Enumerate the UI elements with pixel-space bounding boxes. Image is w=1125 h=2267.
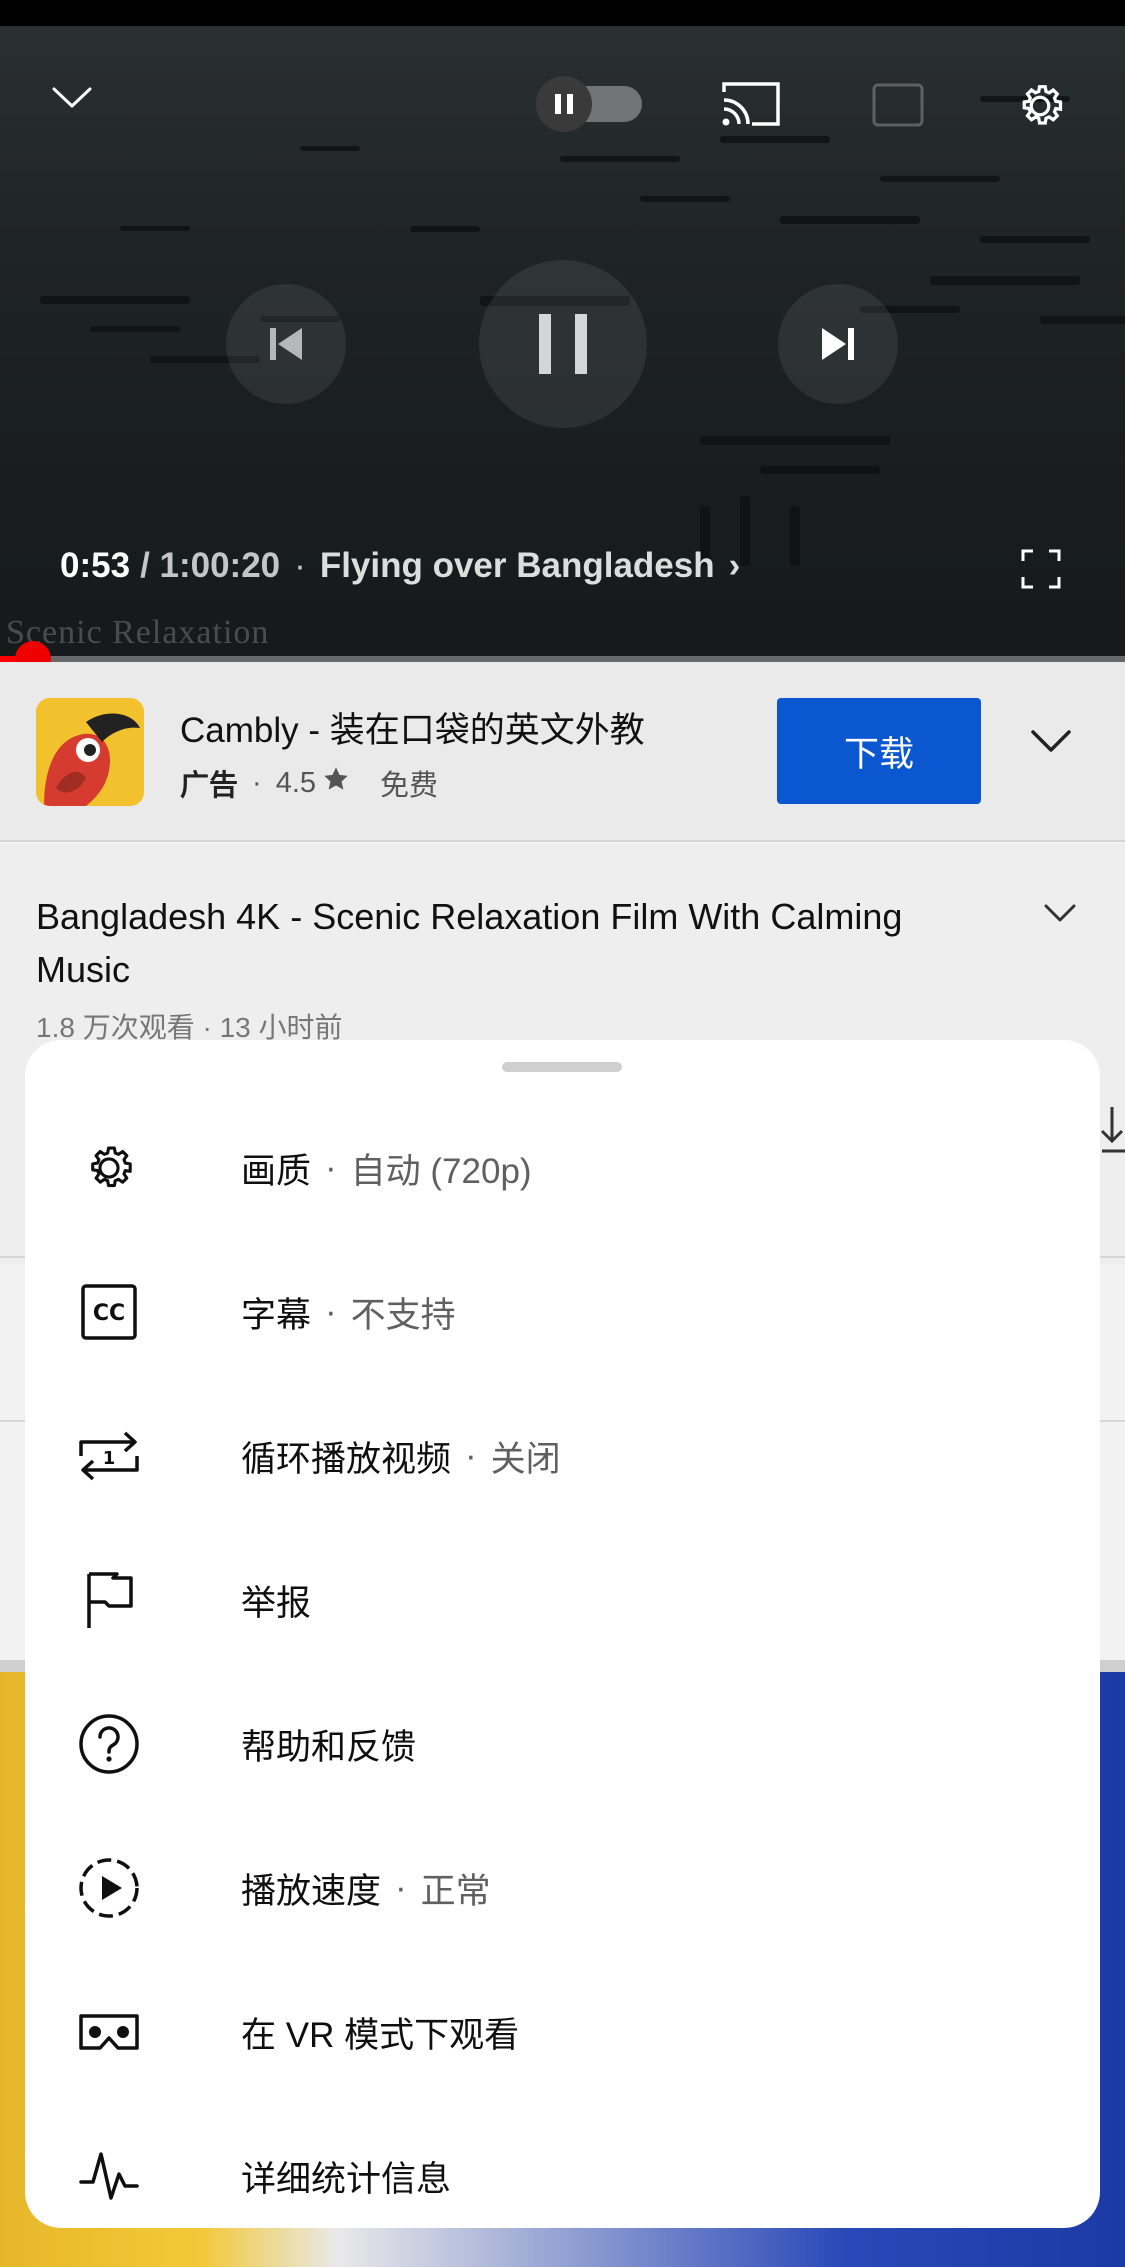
video-player[interactable]: 0:53 / 1:00:20 · Flying over Bangladesh …	[0, 26, 1125, 662]
skip-previous-icon	[270, 328, 302, 360]
skip-next-icon	[822, 328, 854, 360]
menu-text: 详细统计信息	[241, 2151, 451, 2202]
sheet-drag-handle[interactable]	[502, 1062, 622, 1072]
ad-expand-chevron-icon[interactable]	[1030, 728, 1072, 759]
flag-icon	[77, 1568, 141, 1632]
download-icon[interactable]	[1100, 1105, 1125, 1166]
gear-icon	[77, 1136, 141, 1200]
menu-value: 不支持	[350, 1295, 456, 1335]
ad-banner[interactable]: Cambly - 装在口袋的英文外教 广告 · 4.5 免费 下载	[0, 662, 1125, 842]
autoplay-toggle[interactable]	[532, 74, 646, 134]
menu-separator: ·	[395, 1868, 407, 1907]
menu-text: 循环播放视频 · 关闭	[241, 1431, 561, 1482]
menu-label: 举报	[241, 1583, 312, 1623]
description-chevron-icon[interactable]	[1043, 902, 1077, 929]
menu-item-playback-speed[interactable]: 播放速度 · 正常	[25, 1816, 1100, 1960]
menu-text: 帮助和反馈	[241, 1719, 416, 1770]
svg-text:1: 1	[103, 1448, 116, 1469]
menu-item-report[interactable]: 举报	[25, 1528, 1100, 1672]
ad-title: Cambly - 装在口袋的英文外教	[180, 711, 645, 750]
menu-text: 在 VR 模式下观看	[241, 2007, 519, 2058]
menu-item-captions[interactable]: CC 字幕 · 不支持	[25, 1240, 1100, 1384]
star-icon	[322, 765, 350, 801]
menu-label: 字幕	[241, 1295, 312, 1335]
next-button[interactable]	[778, 284, 898, 404]
menu-text: 举报	[241, 1575, 311, 1626]
settings-gear-icon[interactable]	[1008, 74, 1072, 138]
menu-text: 画质 · 自动 (720p)	[241, 1143, 532, 1194]
loop-icon: 1	[77, 1424, 141, 1488]
video-chapter-title[interactable]: Flying over Bangladesh	[320, 546, 715, 586]
ad-rating: 4.5	[275, 766, 317, 799]
menu-item-stats[interactable]: 详细统计信息	[25, 2104, 1100, 2248]
menu-label: 在 VR 模式下观看	[241, 2015, 520, 2055]
menu-label: 循环播放视频	[241, 1439, 452, 1479]
ad-dot: ·	[252, 766, 262, 799]
title-chevron-icon: ›	[728, 546, 741, 585]
cambly-app-logo	[36, 698, 144, 806]
fullscreen-icon[interactable]	[1018, 546, 1064, 592]
menu-value: 自动 (720p)	[350, 1151, 532, 1191]
menu-label: 帮助和反馈	[241, 1727, 417, 1767]
minimize-chevron-icon[interactable]	[44, 70, 100, 126]
menu-text: 字幕 · 不支持	[241, 1287, 456, 1338]
menu-separator: ·	[465, 1436, 477, 1475]
total-time: / 1:00:20	[140, 546, 281, 585]
current-time: 0:53	[60, 546, 131, 585]
menu-separator: ·	[325, 1292, 337, 1331]
ad-meta: 广告 · 4.5 免费	[180, 762, 438, 804]
pause-icon	[539, 314, 587, 374]
captions-toggle-icon[interactable]	[870, 82, 926, 128]
help-icon	[77, 1712, 141, 1776]
menu-separator: ·	[325, 1148, 337, 1187]
stats-icon	[77, 2144, 141, 2208]
ad-download-button[interactable]: 下载	[777, 698, 981, 804]
pause-button[interactable]	[479, 260, 647, 428]
menu-value: 关闭	[490, 1439, 561, 1479]
ad-label: 广告	[180, 770, 239, 802]
time-separator: ·	[294, 546, 306, 585]
cast-icon[interactable]	[720, 76, 784, 132]
previous-button[interactable]	[226, 284, 346, 404]
ad-price: 免费	[380, 770, 439, 802]
status-bar	[0, 0, 1125, 26]
settings-sheet: 画质 · 自动 (720p) CC 字幕 · 不支持 1 循环播放视频 · 关闭…	[25, 1040, 1100, 2228]
menu-item-loop[interactable]: 1 循环播放视频 · 关闭	[25, 1384, 1100, 1528]
menu-value: 正常	[420, 1871, 491, 1911]
menu-label: 画质	[241, 1151, 312, 1191]
menu-item-help[interactable]: 帮助和反馈	[25, 1672, 1100, 1816]
menu-label: 详细统计信息	[241, 2159, 452, 2199]
video-title: Bangladesh 4K - Scenic Relaxation Film W…	[36, 896, 903, 990]
captions-icon: CC	[77, 1280, 141, 1344]
time-and-title[interactable]: 0:53 / 1:00:20 · Flying over Bangladesh …	[60, 546, 740, 586]
menu-text: 播放速度 · 正常	[241, 1863, 491, 1914]
menu-item-vr[interactable]: 在 VR 模式下观看	[25, 1960, 1100, 2104]
vr-icon	[77, 2000, 141, 2064]
menu-item-quality[interactable]: 画质 · 自动 (720p)	[25, 1096, 1100, 1240]
playback-speed-icon	[77, 1856, 141, 1920]
menu-label: 播放速度	[241, 1871, 382, 1911]
svg-text:CC: CC	[93, 1301, 125, 1326]
